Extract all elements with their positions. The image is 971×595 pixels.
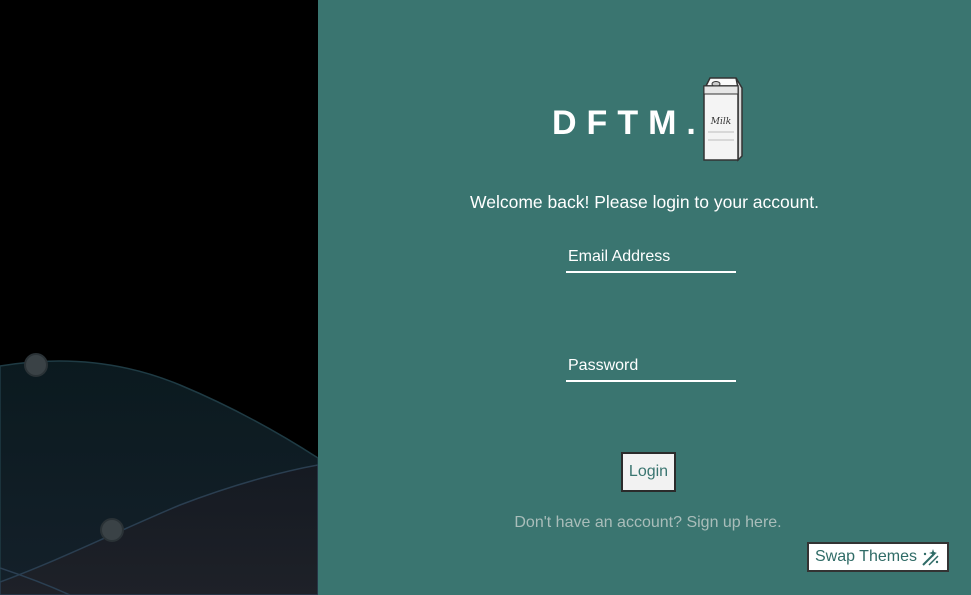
login-panel: DFTM. Milk Welcome back! Please login to…	[318, 0, 971, 595]
welcome-message: Welcome back! Please login to your accou…	[470, 192, 819, 212]
email-field[interactable]	[566, 246, 736, 273]
carton-label: Milk	[710, 117, 731, 127]
swap-themes-label: Swap Themes	[815, 548, 917, 565]
magic-wand-icon	[920, 547, 940, 567]
swap-themes-button[interactable]: Swap Themes	[807, 542, 949, 572]
wave-dot	[100, 518, 124, 542]
login-button[interactable]: Login	[621, 452, 676, 492]
milk-carton-icon: Milk	[703, 77, 743, 162]
login-page: DFTM. Milk Welcome back! Please login to…	[0, 0, 971, 595]
brand-name: DFTM.	[552, 104, 706, 142]
password-field[interactable]	[566, 355, 736, 382]
wave-illustration	[0, 353, 318, 595]
signup-link[interactable]: Don't have an account? Sign up here.	[318, 514, 971, 532]
wave-dot	[24, 353, 48, 377]
decorative-wave-panel	[0, 0, 318, 595]
